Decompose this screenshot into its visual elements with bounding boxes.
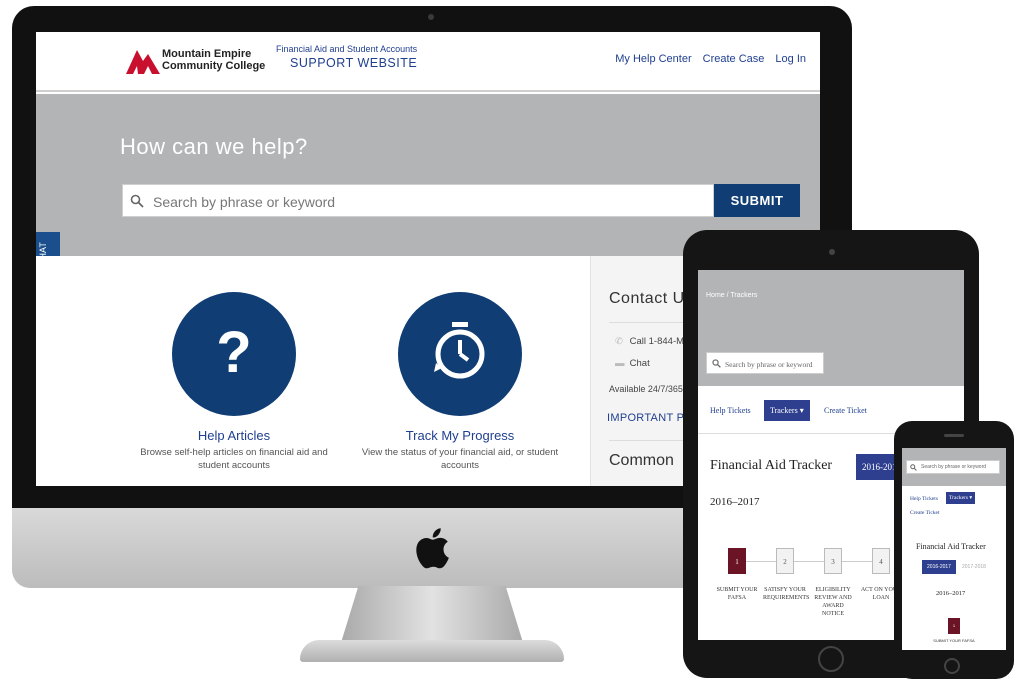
tablet-tab-trackers[interactable]: Trackers ▾ — [764, 400, 810, 421]
track-progress-description: View the status of your financial aid, o… — [361, 447, 559, 471]
phone-search-icon — [910, 464, 917, 471]
tablet-step-1[interactable]: 1 — [728, 548, 746, 574]
phone-tracker-title: Financial Aid Tracker — [916, 542, 986, 551]
support-title: SUPPORT WEBSITE — [290, 56, 418, 70]
phone-step-1[interactable]: 1 — [948, 618, 960, 634]
site-header: Mountain Empire Community College Financ… — [36, 32, 820, 92]
phone-screen: Search by phrase or keyword Help Tickets… — [902, 448, 1006, 650]
apple-logo-icon — [416, 528, 449, 569]
tablet-step-2[interactable]: 2 — [776, 548, 794, 574]
phone-tab-help-tickets[interactable]: Help Tickets — [910, 496, 938, 502]
tablet-breadcrumb[interactable]: Home / Trackers — [706, 292, 757, 299]
tablet-home-button — [818, 646, 844, 672]
contact-chat-row[interactable]: ▬ Chat — [615, 358, 650, 369]
tablet-tracker-title: Financial Aid Tracker — [710, 458, 833, 473]
phone-year: 2016–2017 — [936, 590, 966, 597]
feature-cards: ? Help Articles Browse self-help article… — [36, 256, 590, 486]
tablet-year: 2016–2017 — [710, 496, 760, 508]
submit-button[interactable]: SUBMIT — [714, 184, 800, 217]
common-heading: Common — [609, 452, 674, 469]
support-subtitle: Financial Aid and Student Accounts — [276, 44, 418, 54]
tablet-tab-help-tickets[interactable]: Help Tickets — [710, 406, 751, 415]
top-nav: My Help Center Create Case Log In — [615, 53, 806, 65]
contact-availability: Available 24/7/365 — [609, 384, 683, 394]
track-progress-circle[interactable] — [398, 292, 522, 416]
question-icon: ? — [216, 320, 251, 385]
phone-home-button — [944, 658, 960, 674]
tablet-search-icon — [712, 359, 721, 368]
college-name[interactable]: Mountain Empire Community College — [162, 48, 272, 72]
tablet-step-3[interactable]: 3 — [824, 548, 842, 574]
search-input[interactable]: Search by phrase or keyword — [122, 184, 714, 217]
nav-my-help-center[interactable]: My Help Center — [615, 53, 691, 65]
track-progress-title[interactable]: Track My Progress — [380, 428, 540, 443]
stopwatch-icon — [434, 322, 485, 379]
phone-speaker — [944, 434, 964, 437]
phone-step-1-label: SUBMIT YOUR FAFSA — [933, 638, 975, 643]
help-articles-circle[interactable]: ? — [172, 292, 296, 416]
chat-bubble-icon: ▬ — [615, 358, 625, 369]
search-icon — [130, 194, 144, 208]
tablet-search-input[interactable]: Search by phrase or keyword — [706, 352, 824, 374]
device-mockup-stage: Mountain Empire Community College Financ… — [0, 0, 1021, 688]
contact-call-text: Call 1-844-M — [629, 336, 685, 347]
phone-year-button[interactable]: 2016-2017 — [922, 560, 956, 574]
tablet-step-4[interactable]: 4 — [872, 548, 890, 574]
imac-stand-foot — [300, 640, 564, 662]
contact-call-row[interactable]: ✆ Call 1-844-M — [615, 336, 684, 347]
phone-tab-trackers[interactable]: Trackers ▾ — [946, 492, 976, 504]
tablet-tab-create-ticket[interactable]: Create Ticket — [824, 406, 867, 415]
imac-stand-neck — [340, 586, 524, 646]
tablet-step-2-label: SATISFY YOUR REQUIREMENTS — [763, 587, 810, 601]
contact-title: Contact U — [609, 290, 685, 307]
nav-log-in[interactable]: Log In — [775, 53, 806, 65]
help-articles-description: Browse self-help articles on financial a… — [140, 447, 328, 471]
phone-icon: ✆ — [615, 336, 623, 347]
contact-chat-text: Chat — [629, 358, 650, 369]
svg-text:?: ? — [216, 320, 251, 385]
phone-search-input[interactable]: Search by phrase or keyword — [906, 460, 1000, 474]
help-articles-title[interactable]: Help Articles — [172, 428, 296, 443]
important-link[interactable]: IMPORTANT PA — [607, 412, 691, 424]
imac-camera — [428, 14, 434, 20]
phone-year-alt[interactable]: 2017-2018 — [962, 564, 986, 570]
tablet-step-1-label: SUBMIT YOUR FAFSA — [716, 587, 758, 601]
tablet-step-3-label: ELIGIBILITY REVIEW AND AWARD NOTICE — [814, 587, 852, 617]
tablet-camera — [829, 249, 835, 255]
hero-title: How can we help? — [120, 134, 308, 159]
phone-tab-create-ticket[interactable]: Create Ticket — [910, 510, 939, 516]
phone-search-placeholder: Search by phrase or keyword — [921, 464, 987, 470]
tablet-header: Home / Trackers Search by phrase or keyw… — [698, 270, 964, 386]
tablet-step-connector — [746, 561, 876, 562]
search-placeholder: Search by phrase or keyword — [153, 194, 336, 210]
mecc-logo-icon[interactable] — [126, 46, 160, 74]
phone-header: Search by phrase or keyword — [902, 448, 1006, 486]
nav-create-case[interactable]: Create Case — [703, 53, 765, 65]
tablet-search-placeholder: Search by phrase or keyword — [725, 360, 813, 369]
